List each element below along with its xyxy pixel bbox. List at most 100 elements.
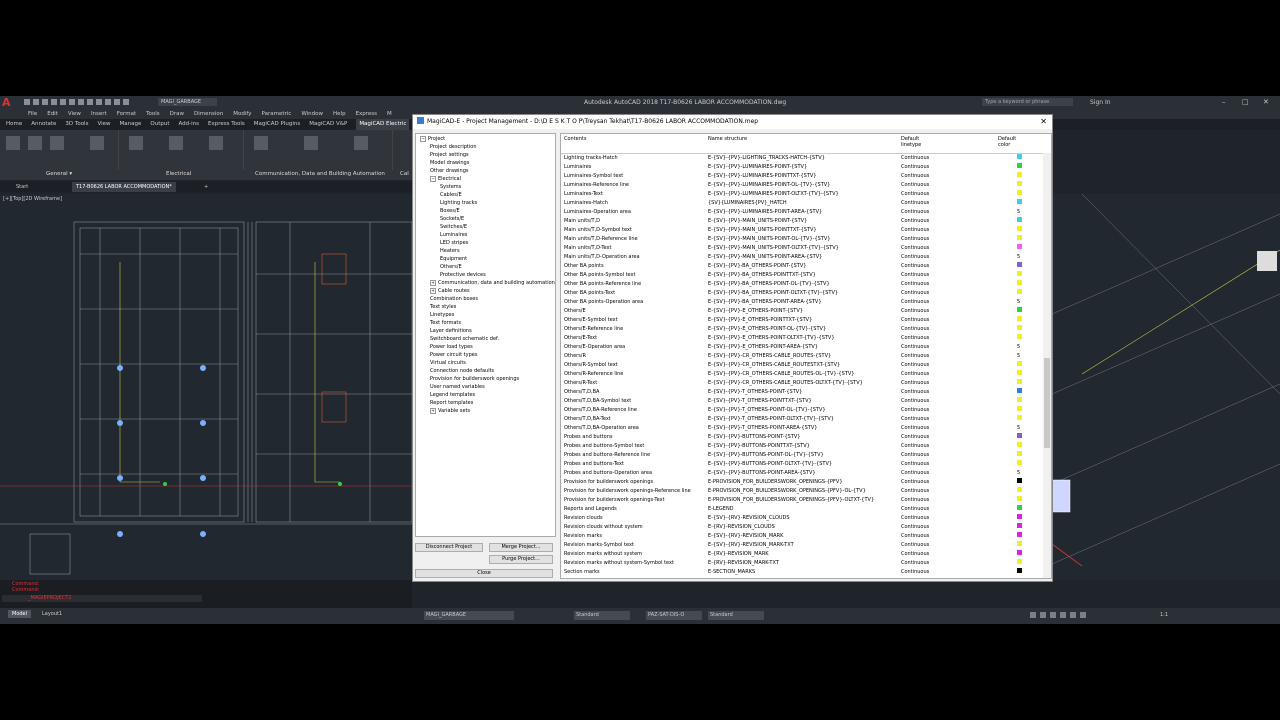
table-row[interactable]: Main units/T,D-Reference line E-{SV}-{PV}… [561, 235, 1041, 244]
menu-item[interactable]: Modify [233, 109, 251, 119]
color-index[interactable]: 5 [1017, 253, 1020, 262]
tree-item[interactable]: LED stripes [440, 240, 468, 246]
color-swatch[interactable] [1017, 406, 1022, 411]
plot-icon[interactable] [60, 99, 66, 105]
ribbon-tab[interactable]: Express Tools [208, 119, 245, 130]
workspace-icon[interactable] [1080, 612, 1086, 618]
table-row[interactable]: Section marks E-SECTION_MARKS Continuous [561, 568, 1041, 577]
tab-model[interactable]: Model [8, 610, 32, 618]
ribbon-tab[interactable]: MagiCAD Plugins [254, 119, 300, 130]
new-project-icon[interactable] [6, 136, 20, 150]
tree-item[interactable]: Equipment [440, 256, 467, 262]
menu-item[interactable]: Edit [47, 109, 58, 119]
color-swatch[interactable] [1017, 379, 1022, 384]
tab-layout1[interactable]: Layout1 [38, 610, 66, 618]
table-row[interactable]: Revision clouds E-{SV}-{RV}-REVISION_CLOU… [561, 514, 1041, 523]
table-row[interactable]: Revision clouds without system E-{RV}-REV… [561, 523, 1041, 532]
new-icon[interactable] [24, 99, 30, 105]
table-row[interactable]: Others/R-Symbol text E-{SV}-{PV}-CR_OTHER… [561, 361, 1041, 370]
menu-item[interactable]: File [28, 109, 37, 119]
tree-item[interactable]: Switchboard schematic def. [430, 336, 499, 342]
color-swatch[interactable] [1017, 541, 1022, 546]
disconnect-project-button[interactable]: Disconnect Project [415, 543, 483, 552]
tree-item[interactable]: Heaters [440, 248, 460, 254]
osnap-icon[interactable] [1070, 612, 1076, 618]
tree-item[interactable]: Model drawings [430, 160, 469, 166]
close-button[interactable]: ✕ [1263, 98, 1269, 106]
table-row[interactable]: Others/E-Symbol text E-{SV}-{PV}-E_OTHERS… [561, 316, 1041, 325]
dim-style-status[interactable]: PAZ-SAT-DIS-O [646, 611, 702, 620]
color-swatch[interactable] [1017, 460, 1022, 465]
search-input[interactable]: Type a keyword or phrase [982, 98, 1073, 106]
color-swatch[interactable] [1017, 532, 1022, 537]
tree-item[interactable]: Connection node defaults [430, 368, 494, 374]
color-swatch[interactable] [1017, 478, 1022, 483]
table-row[interactable]: Luminaires-Reference line E-{SV}-{PV}-LUM… [561, 181, 1041, 190]
dialog-close-icon[interactable]: ✕ [1040, 115, 1047, 129]
color-swatch[interactable] [1017, 190, 1022, 195]
tree-item[interactable]: Text styles [430, 304, 456, 310]
table-row[interactable]: Main units/T,D E-{SV}-{PV}-MAIN_UNITS-POI… [561, 217, 1041, 226]
table-row[interactable]: Probes and buttons-Symbol text E-{SV}-{PV… [561, 442, 1041, 451]
redo-icon[interactable] [78, 99, 84, 105]
table-style-status[interactable]: Standard [708, 611, 764, 620]
snap-icon[interactable] [1030, 612, 1036, 618]
table-row[interactable]: Probes and buttons-Reference line E-{SV}-… [561, 451, 1041, 460]
table-row[interactable]: Others/T,D,BA-Reference line E-{SV}-{PV}-… [561, 406, 1041, 415]
table-row[interactable]: Other BA points-Operation area E-{SV}-{PV… [561, 298, 1041, 307]
table-row[interactable]: Luminaires-Hatch {SV}{LUMINAIRES{PV}_HATC… [561, 199, 1041, 208]
table-row[interactable]: Revision marks-Symbol text E-{SV}-{RV}-RE… [561, 541, 1041, 550]
menu-item[interactable]: Express [356, 109, 377, 119]
color-swatch[interactable] [1017, 487, 1022, 492]
menu-item[interactable]: Format [117, 109, 136, 119]
table-row[interactable]: Main units/T,D-Operation area E-{SV}-{PV}… [561, 253, 1041, 262]
table-row[interactable]: Others/T,D,BA-Text E-{SV}-{PV}-T_OTHERS-P… [561, 415, 1041, 424]
ortho-icon[interactable] [1050, 612, 1056, 618]
scrollbar-thumb[interactable] [1044, 358, 1050, 448]
table-row[interactable]: Luminaires-Text E-{SV}-{PV}-LUMINAIRES-PO… [561, 190, 1041, 199]
tree-item[interactable]: Power circuit types [430, 352, 477, 358]
color-swatch[interactable] [1017, 451, 1022, 456]
color-swatch[interactable] [1017, 235, 1022, 240]
ribbon-tab[interactable]: 3D Tools [65, 119, 88, 130]
table-row[interactable]: Main units/T,D-Symbol text E-{SV}-{PV}-MA… [561, 226, 1041, 235]
table-row[interactable]: Provision for builderswork openings-Refe… [561, 487, 1041, 496]
purge-project-button[interactable]: Purge Project... [489, 555, 553, 564]
tree-item[interactable]: Text formats [430, 320, 461, 326]
save-icon[interactable] [42, 99, 48, 105]
tab-start[interactable]: Start [12, 182, 32, 192]
table-row[interactable]: Others/T,D,BA-Operation area E-{SV}-{PV}-… [561, 424, 1041, 433]
menu-item[interactable]: Dimension [194, 109, 223, 119]
menu-item[interactable]: M [387, 109, 392, 119]
sign-in-link[interactable]: Sign In [1090, 99, 1111, 106]
tree-item[interactable]: Report templates [430, 400, 473, 406]
data-cable-icon[interactable] [254, 136, 268, 150]
new-tab-button[interactable]: + [200, 182, 212, 192]
color-swatch[interactable] [1017, 199, 1022, 204]
color-swatch[interactable] [1017, 433, 1022, 438]
tree-item[interactable]: Others/E [440, 264, 462, 270]
table-row[interactable]: Others/E-Text E-{SV}-{PV}-E_OTHERS-POINT-… [561, 334, 1041, 343]
menu-item[interactable]: View [68, 109, 81, 119]
ribbon-tab[interactable]: Add-ins [178, 119, 199, 130]
drawing-viewport[interactable]: [+][Top][2D Wireframe] [0, 194, 412, 580]
table-row[interactable]: Revision marks without system-Symbol tex… [561, 559, 1041, 568]
color-swatch[interactable] [1017, 361, 1022, 366]
tree-item[interactable]: User named variables [430, 384, 485, 390]
table-row[interactable]: Provision for builderswork openings-Text… [561, 496, 1041, 505]
sun-icon[interactable] [96, 99, 102, 105]
table-row[interactable]: Probes and buttons E-{SV}-{PV}-BUTTONS-PO… [561, 433, 1041, 442]
color-swatch[interactable] [1017, 514, 1022, 519]
table-row[interactable]: Other BA points-Reference line E-{SV}-{PV… [561, 280, 1041, 289]
layers-icon[interactable] [50, 136, 64, 150]
tree-item[interactable]: Combination boxes [430, 296, 478, 302]
table-row[interactable]: Main units/T,D-Text E-{SV}-{PV}-MAIN_UNIT… [561, 244, 1041, 253]
color-index[interactable]: 5 [1017, 469, 1020, 478]
add-device-icon[interactable] [169, 136, 183, 150]
table-row[interactable]: Lighting tracks-Hatch E-{SV}-{PV}-LIGHTIN… [561, 154, 1041, 163]
tree-expander-icon[interactable]: + [430, 408, 436, 414]
table-row[interactable]: Reports and Legends E-LEGEND Continuous [561, 505, 1041, 514]
menu-item[interactable]: Draw [170, 109, 184, 119]
color-swatch[interactable] [1017, 496, 1022, 501]
grid-icon[interactable] [1040, 612, 1046, 618]
